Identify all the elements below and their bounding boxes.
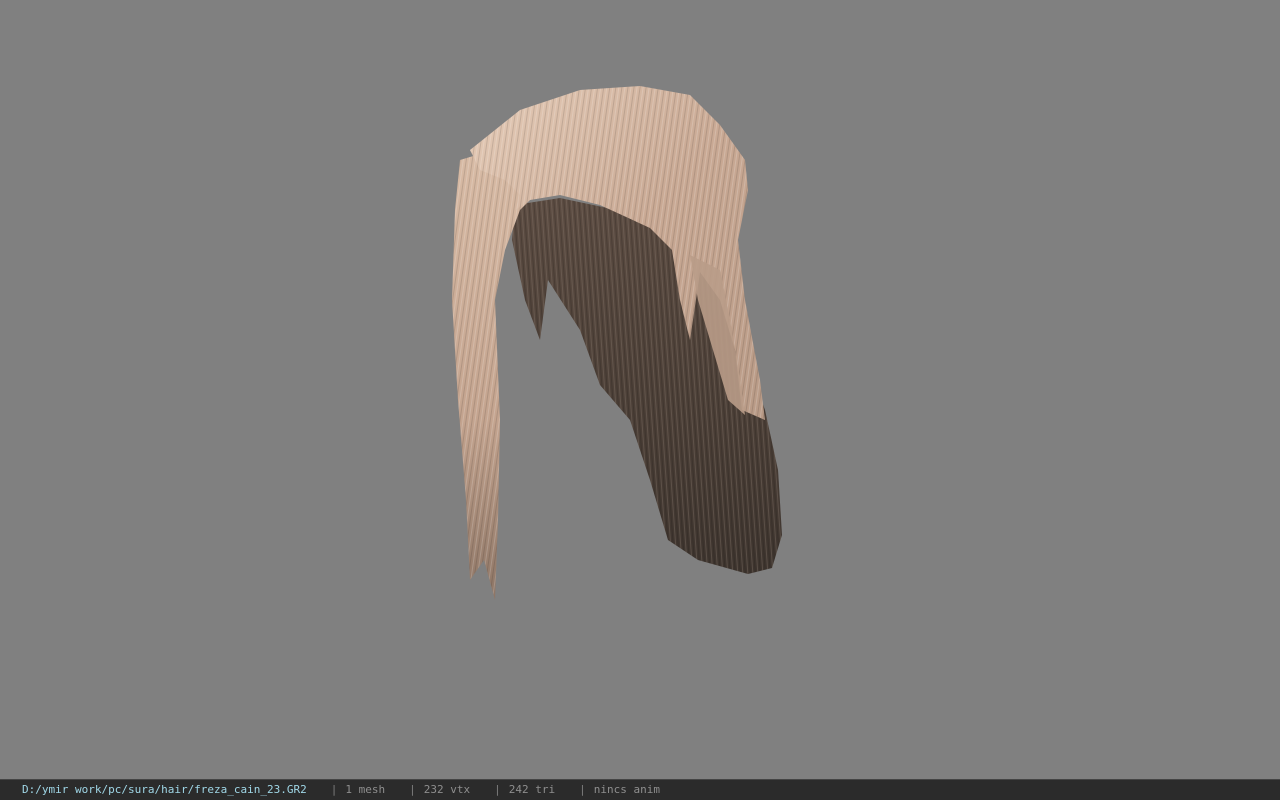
vertex-count: 232 vtx — [423, 783, 471, 796]
triangle-count: 242 tri — [508, 783, 556, 796]
status-separator: | — [330, 783, 338, 796]
hair-model[interactable] — [0, 0, 1280, 779]
status-separator: | — [409, 783, 416, 796]
animation-status: nincs anim — [593, 783, 660, 796]
mesh-count: 1 mesh — [345, 783, 386, 796]
status-bar: D:/ymir work/pc/sura/hair/freza_cain_23.… — [0, 779, 1280, 800]
status-separator: | — [494, 783, 501, 796]
status-separator: | — [579, 783, 586, 796]
file-path: D:/ymir work/pc/sura/hair/freza_cain_23.… — [22, 783, 307, 796]
3d-viewport[interactable] — [0, 0, 1280, 779]
